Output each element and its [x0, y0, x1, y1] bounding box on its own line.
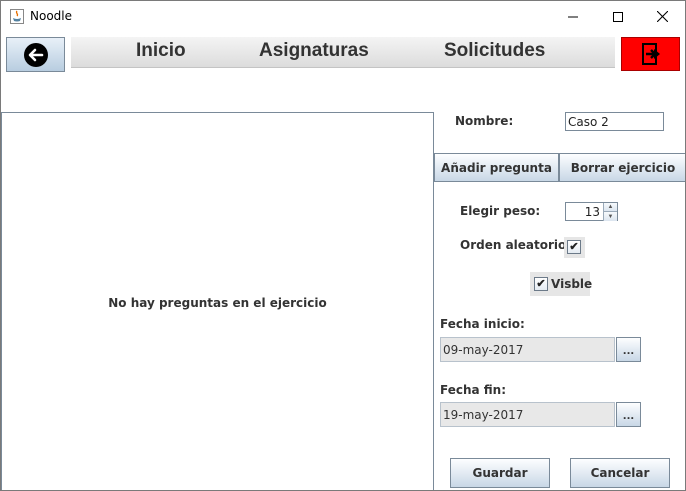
exit-door-icon — [641, 43, 660, 65]
nav-asignaturas[interactable]: Asignaturas — [259, 40, 369, 62]
arrow-left-icon — [23, 42, 48, 67]
weight-value: 13 — [584, 205, 600, 219]
logout-button[interactable] — [621, 37, 680, 71]
start-date-picker-button[interactable]: ... — [616, 337, 641, 362]
end-date-field[interactable]: 19-may-2017 — [440, 402, 615, 427]
nav-solicitudes[interactable]: Solicitudes — [444, 40, 545, 62]
save-button[interactable]: Guardar — [450, 458, 550, 488]
maximize-icon — [612, 11, 623, 22]
minimize-button[interactable] — [550, 1, 595, 32]
start-date-field[interactable]: 09-may-2017 — [440, 337, 615, 362]
spinner-up-icon[interactable]: ▲ — [603, 203, 617, 212]
start-date-label: Fecha inicio: — [440, 317, 525, 331]
visible-checkbox[interactable]: ✔ — [534, 277, 548, 291]
random-order-checkbox[interactable]: ✔ — [567, 240, 581, 254]
cancel-button[interactable]: Cancelar — [570, 458, 670, 488]
add-question-button[interactable]: Añadir pregunta — [434, 153, 559, 182]
close-button[interactable] — [640, 1, 685, 32]
spinner-down-icon[interactable]: ▼ — [603, 212, 617, 221]
nav-inicio[interactable]: Inicio — [136, 40, 186, 62]
main-nav: Inicio Asignaturas Solicitudes — [71, 37, 615, 68]
maximize-button[interactable] — [595, 1, 640, 32]
app-window: Noodle Inicio Asignaturas Solicitudes No… — [0, 0, 686, 491]
random-order-label: Orden aleatorio: — [460, 238, 572, 252]
name-input[interactable] — [565, 112, 664, 131]
back-button[interactable] — [6, 37, 65, 72]
close-icon — [657, 11, 668, 22]
visible-label: Visble — [551, 277, 593, 291]
empty-questions-message: No hay preguntas en el ejercicio — [108, 296, 327, 310]
weight-spinner[interactable]: 13 ▲ ▼ — [565, 202, 618, 221]
minimize-icon — [567, 16, 578, 17]
title-bar[interactable]: Noodle — [1, 1, 685, 32]
end-date-picker-button[interactable]: ... — [616, 402, 641, 427]
visible-toggle[interactable]: ✔ Visble — [530, 272, 593, 296]
questions-panel[interactable]: No hay preguntas en el ejercicio — [1, 112, 434, 490]
random-order-checkbox-wrap: ✔ — [564, 237, 585, 258]
window-title: Noodle — [30, 9, 72, 23]
delete-exercise-button[interactable]: Borrar ejercicio — [559, 153, 685, 182]
java-app-icon — [10, 9, 24, 24]
end-date-label: Fecha fin: — [440, 383, 507, 397]
name-label: Nombre: — [455, 114, 514, 128]
weight-label: Elegir peso: — [460, 204, 541, 218]
